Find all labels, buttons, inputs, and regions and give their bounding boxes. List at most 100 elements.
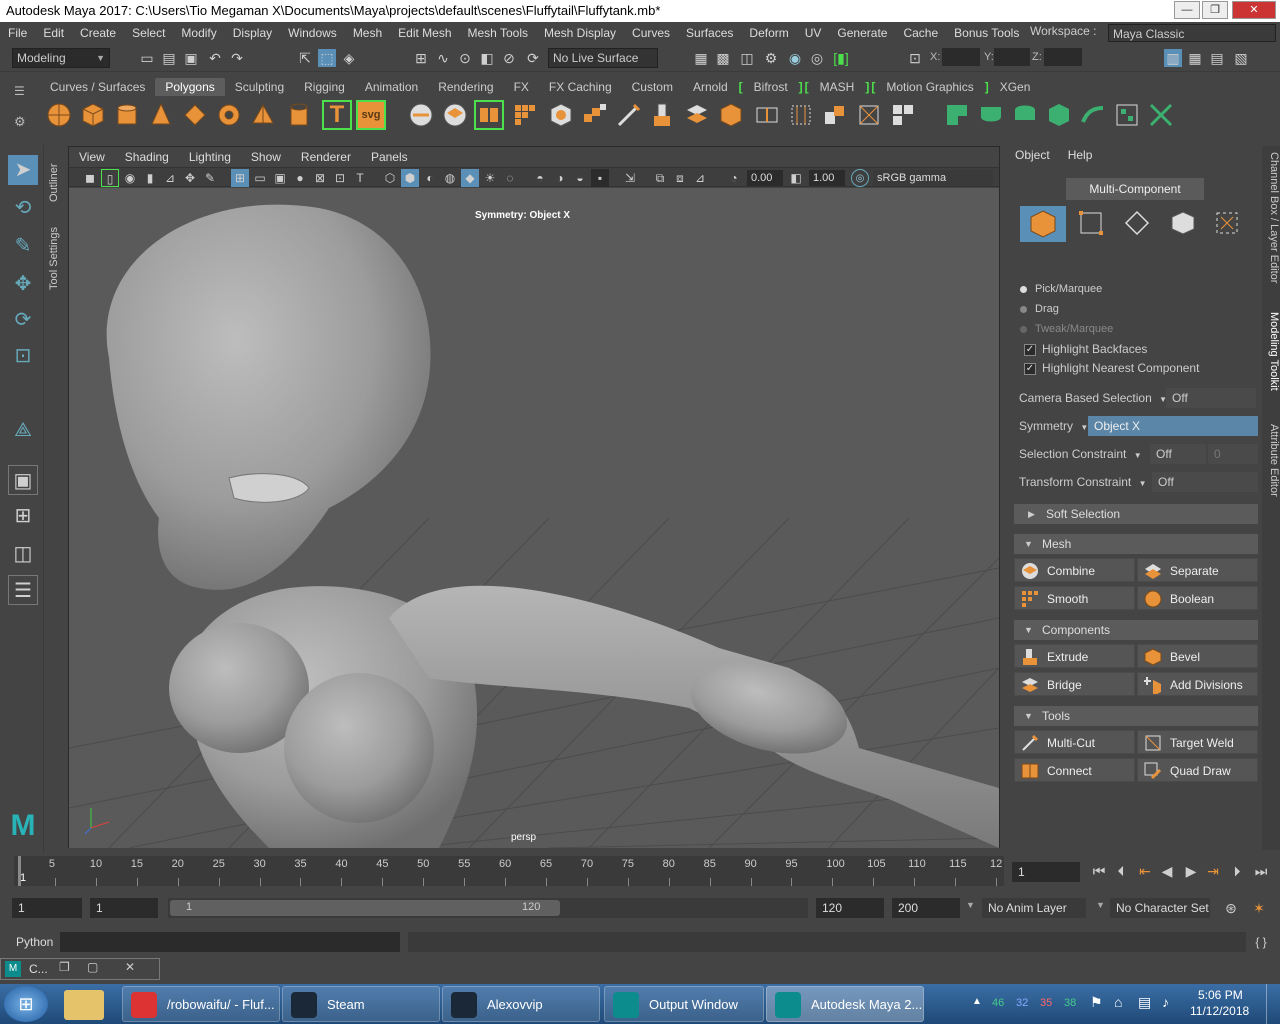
tray-expand-icon[interactable]: ▲ — [972, 996, 982, 1007]
grid-icon[interactable]: ⊞ — [231, 169, 249, 187]
poly-torus-icon[interactable] — [214, 100, 244, 130]
step-back-key-icon[interactable]: ⇤ — [1136, 862, 1154, 880]
poly-plane-icon[interactable] — [180, 100, 210, 130]
time-slider[interactable]: 1 5 10 15 20 25 30 35 40 45 50 55 60 65 70 75 80 85 90 95 10… — [14, 856, 1004, 886]
shelf-tab-motion-graphics[interactable]: Motion Graphics — [876, 78, 983, 96]
play-forwards-icon[interactable]: ▶ — [1182, 862, 1200, 880]
selection-constraint-number[interactable]: 0 — [1208, 444, 1258, 464]
live-surface-field[interactable]: No Live Surface — [548, 48, 658, 68]
select-component-icon[interactable]: ◈ — [340, 49, 358, 67]
isolate-select-icon[interactable]: ▪ — [591, 169, 609, 187]
film-gate-icon[interactable]: ▭ — [251, 169, 269, 187]
shelf-tab-fx[interactable]: FX — [504, 78, 539, 96]
tool-settings-toggle-icon[interactable]: ▧ — [1232, 49, 1250, 67]
split-view-layout-icon[interactable]: ◫ — [8, 539, 38, 569]
soft-selection-header[interactable]: ▶ Soft Selection — [1014, 504, 1258, 524]
poly-sphere-icon[interactable] — [44, 100, 74, 130]
camera-based-selection-value[interactable]: Off — [1166, 388, 1256, 408]
combine-shelf-icon[interactable] — [440, 100, 470, 130]
poly-svg-icon[interactable]: svg — [356, 100, 386, 130]
command-language-label[interactable]: Python — [16, 935, 53, 949]
redo-icon[interactable]: ↷ — [228, 49, 246, 67]
image-plane-icon[interactable]: ⊿ — [161, 169, 179, 187]
shelf-tab-rigging[interactable]: Rigging — [294, 78, 355, 96]
new-scene-icon[interactable]: ▭ — [138, 49, 156, 67]
vertex-mode-icon[interactable] — [1076, 208, 1106, 238]
lock-camera-icon[interactable]: ▯ — [101, 169, 119, 187]
viewport-menu-view[interactable]: View — [69, 150, 115, 164]
poly-type-icon[interactable]: T — [322, 100, 352, 130]
restore-icon[interactable]: ❐ — [59, 960, 70, 974]
menu-bonus-tools[interactable]: Bonus Tools — [946, 26, 1027, 40]
object-mode-icon[interactable] — [1020, 206, 1066, 242]
mirror-shelf-icon[interactable] — [580, 100, 610, 130]
separate-shelf-icon[interactable] — [474, 100, 504, 130]
shelf-tab-curves-surfaces[interactable]: Curves / Surfaces — [40, 78, 155, 96]
animation-start-field[interactable]: 1 — [12, 898, 82, 918]
rotate-tool-icon[interactable]: ⟳ — [8, 305, 38, 335]
animation-end-field[interactable]: 200 — [892, 898, 960, 918]
toolkit-menu-help[interactable]: Help — [1059, 146, 1102, 164]
connect-button[interactable]: Connect — [1014, 758, 1135, 782]
animation-preferences-icon[interactable]: ✶ — [1250, 899, 1268, 917]
bridge-shelf-icon[interactable] — [682, 100, 712, 130]
network-icon[interactable]: ▤ — [1138, 994, 1151, 1011]
step-back-frame-icon[interactable]: ⏴ — [1112, 862, 1130, 880]
go-to-start-icon[interactable]: ⏮ — [1090, 862, 1108, 880]
menu-mesh-tools[interactable]: Mesh Tools — [460, 26, 536, 40]
multi-component-button[interactable]: Multi-Component — [1066, 178, 1204, 200]
menu-uv[interactable]: UV — [797, 26, 830, 40]
toggle-panel-icon[interactable]: [▮] — [832, 49, 850, 67]
wireframe-icon[interactable]: ⬡ — [381, 169, 399, 187]
use-all-lights-icon[interactable]: ◆ — [461, 169, 479, 187]
bevel-button[interactable]: Bevel — [1137, 644, 1258, 668]
shelf-tab-fx-caching[interactable]: FX Caching — [539, 78, 622, 96]
menu-mesh[interactable]: Mesh — [345, 26, 390, 40]
viewport-canvas[interactable]: Symmetry: Object X persp — [69, 188, 999, 848]
add-divisions-shelf-icon[interactable] — [820, 100, 850, 130]
taskbar-item--robowaifu-fluf[interactable]: /robowaifu/ - Fluf... — [122, 986, 280, 1022]
cut-uv-icon[interactable] — [1146, 100, 1176, 130]
bookmark-icon[interactable]: ▮ — [141, 169, 159, 187]
hud-toggle-icon[interactable]: ⊿ — [691, 169, 709, 187]
channel-box-tab[interactable]: Channel Box / Layer Editor — [1264, 152, 1280, 302]
channel-box-toggle-icon[interactable]: ▥ — [1164, 49, 1182, 67]
attribute-editor-tab[interactable]: Attribute Editor — [1264, 424, 1280, 520]
paint-select-icon[interactable]: ✎ — [8, 231, 38, 261]
snap-curve-icon[interactable]: ∿ — [434, 49, 452, 67]
minimize-button[interactable]: — — [1174, 1, 1200, 19]
multisample-aa-icon[interactable]: ◑ — [551, 169, 569, 187]
toolkit-menu-object[interactable]: Object — [1006, 146, 1059, 164]
target-weld-shelf-icon[interactable] — [854, 100, 884, 130]
playback-end-field[interactable]: 120 — [816, 898, 884, 918]
save-scene-icon[interactable]: ▣ — [182, 49, 200, 67]
viewport-menu-lighting[interactable]: Lighting — [179, 150, 241, 164]
undo-icon[interactable]: ↶ — [206, 49, 224, 67]
screen-space-ao-icon[interactable]: ◌ — [501, 169, 519, 187]
camera-attributes-icon[interactable]: ◉ — [121, 169, 139, 187]
render-view-icon[interactable]: ◎ — [808, 49, 826, 67]
go-to-end-icon[interactable]: ⏭ — [1252, 862, 1270, 880]
taskbar-item-steam[interactable]: Steam — [282, 986, 440, 1022]
last-tool-icon[interactable]: ⟁ — [8, 415, 38, 445]
add-divisions-button[interactable]: Add Divisions — [1137, 672, 1258, 696]
poly-pipe-icon[interactable] — [284, 100, 314, 130]
minimized-window[interactable]: M C... ❐ ▢ ✕ — [0, 958, 160, 980]
menu-mesh-display[interactable]: Mesh Display — [536, 26, 624, 40]
multi-cut-shelf-icon[interactable] — [614, 100, 644, 130]
menu-set-dropdown[interactable]: Modeling ▼ — [12, 48, 110, 68]
offset-loop-shelf-icon[interactable] — [786, 100, 816, 130]
smooth-shade-icon[interactable]: ⬢ — [401, 169, 419, 187]
gamma-icon[interactable]: ◧ — [787, 169, 805, 187]
target-weld-button[interactable]: Target Weld — [1137, 730, 1258, 754]
separate-button[interactable]: Separate — [1137, 558, 1258, 582]
four-view-layout-icon[interactable]: ⊞ — [8, 501, 38, 531]
maximize-icon[interactable]: ▢ — [87, 960, 98, 974]
play-backwards-icon[interactable]: ◀ — [1158, 862, 1176, 880]
tools-section-header[interactable]: ▼ Tools — [1014, 706, 1258, 726]
volume-icon[interactable]: ♪ — [1162, 994, 1169, 1010]
field-chart-icon[interactable]: ⊠ — [311, 169, 329, 187]
modeling-toolkit-tab[interactable]: Modeling Toolkit — [1264, 312, 1280, 408]
modeling-toolkit-toggle-icon[interactable]: ▦ — [1186, 49, 1204, 67]
viewport-menu-renderer[interactable]: Renderer — [291, 150, 361, 164]
